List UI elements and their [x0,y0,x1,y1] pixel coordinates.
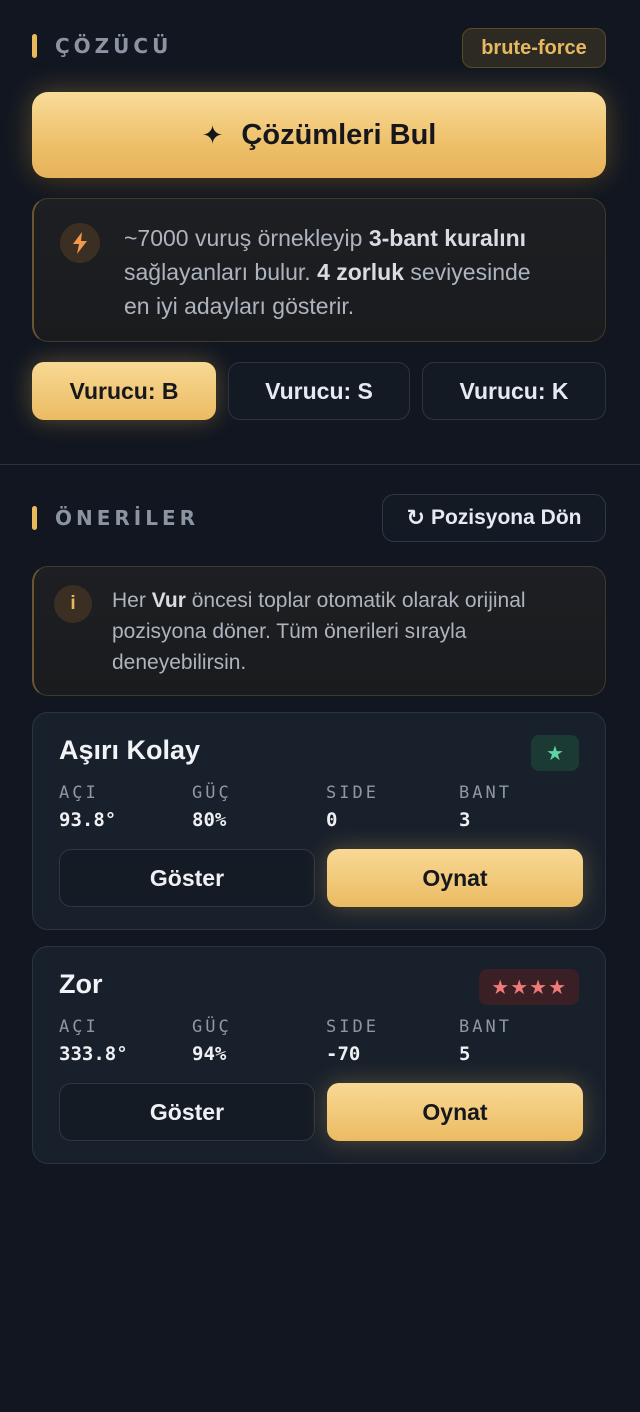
show-button[interactable]: Göster [59,849,315,907]
show-button[interactable]: Göster [59,1083,315,1141]
return-to-position-button[interactable]: ↻ Pozisyona Dön [382,494,606,542]
hitter-b-button[interactable]: Vurucu: B [32,362,216,420]
difficulty-stars-icon: ★ [531,735,579,771]
power-stat: GÜÇ 80% [192,783,232,831]
solver-section-title: ÇÖZÜCÜ [55,34,173,58]
suggestion-card: Aşırı Kolay ★ AÇI 93.8° GÜÇ 80% SIDE 0 B… [32,712,606,930]
brute-force-badge: brute-force [462,28,606,68]
card-title: Aşırı Kolay [59,735,201,765]
play-button[interactable]: Oynat [327,1083,583,1141]
sparkle-icon: ✦ [201,119,224,150]
angle-stat: AÇI 333.8° [59,1017,128,1065]
power-stat: GÜÇ 94% [192,1017,232,1065]
bank-stat: BANT 5 [459,1017,512,1065]
solver-section-header: ÇÖZÜCÜ [32,34,172,58]
difficulty-stars-icon: ★★★★ [479,969,579,1005]
play-button[interactable]: Oynat [327,849,583,907]
section-accent-bar [32,34,37,58]
suggestions-info-text: Her Vur öncesi toplar otomatik olarak or… [112,589,526,674]
angle-stat: AÇI 93.8° [59,783,117,831]
suggestion-card: Zor ★★★★ AÇI 333.8° GÜÇ 94% SIDE -70 BAN… [32,946,606,1164]
suggestions-info-box: i Her Vur öncesi toplar otomatik olarak … [32,566,606,696]
lightning-icon [60,223,100,263]
solver-info-text: ~7000 vuruş örnekleyip 3-bant kuralını s… [124,225,531,319]
rotate-icon: ↻ [406,505,425,530]
suggestions-section-header: ÖNERİLER [32,506,199,530]
card-title: Zor [59,969,103,999]
section-divider [0,464,640,465]
info-icon: i [54,585,92,623]
side-stat: SIDE -70 [326,1017,379,1065]
suggestions-section-title: ÖNERİLER [55,506,200,530]
bank-stat: BANT 3 [459,783,512,831]
side-stat: SIDE 0 [326,783,379,831]
solver-info-box: ~7000 vuruş örnekleyip 3-bant kuralını s… [32,198,606,342]
find-solutions-label: Çözümleri Bul [241,118,437,151]
hitter-k-button[interactable]: Vurucu: K [422,362,606,420]
section-accent-bar [32,506,37,530]
find-solutions-button[interactable]: ✦ Çözümleri Bul [32,92,606,178]
return-to-position-label: Pozisyona Dön [430,506,582,529]
hitter-s-button[interactable]: Vurucu: S [228,362,410,420]
